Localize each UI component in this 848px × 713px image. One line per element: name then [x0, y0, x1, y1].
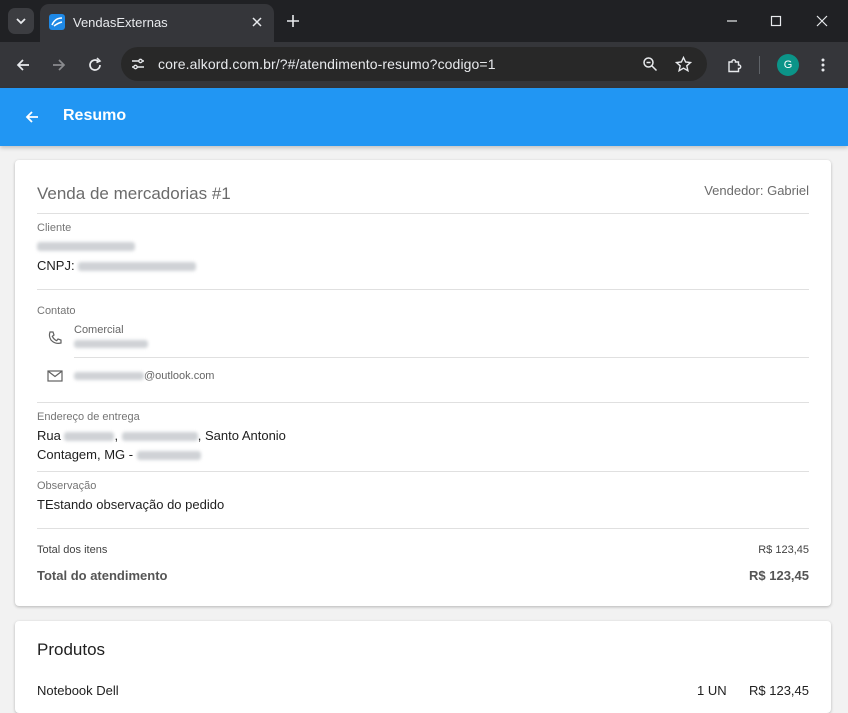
phone-icon: [46, 329, 64, 347]
close-window-button[interactable]: [812, 11, 832, 31]
reload-button[interactable]: [84, 54, 106, 76]
app-favicon-icon: [49, 14, 65, 30]
contact-email[interactable]: @outlook.com: [74, 370, 214, 382]
products-card: Produtos Notebook Dell 1 UN R$ 123,45: [15, 621, 831, 713]
address-bar[interactable]: core.alkord.com.br/?#/atendimento-resumo…: [121, 47, 707, 81]
browser-tab-strip: VendasExternas: [0, 0, 848, 42]
divider: [37, 528, 809, 529]
minimize-icon: [727, 20, 737, 22]
page-title: Resumo: [63, 107, 127, 124]
tab-title: VendasExternas: [73, 15, 168, 30]
email-icon: [46, 367, 64, 385]
contact-label: Contato: [37, 305, 76, 317]
plus-icon: [287, 15, 299, 27]
contact-phone-number: [74, 338, 148, 350]
product-quantity: 1 UN: [697, 683, 727, 698]
app-bar: Resumo: [0, 88, 848, 146]
items-total-label: Total dos itens: [37, 544, 108, 556]
back-nav-button[interactable]: [12, 54, 34, 76]
more-vert-icon: [821, 58, 825, 72]
zoom-icon[interactable]: [641, 55, 659, 73]
products-title: Produtos: [37, 640, 106, 659]
close-icon: [816, 15, 828, 27]
address-street: Rua , , Santo Antonio: [37, 428, 286, 443]
summary-card: Venda de mercadorias #1 Vendedor: Gabrie…: [15, 160, 831, 606]
new-tab-button[interactable]: [283, 11, 303, 31]
arrow-left-icon: [25, 111, 38, 123]
arrow-right-icon: [53, 59, 66, 71]
bookmark-star-icon[interactable]: [674, 55, 692, 73]
site-settings-icon[interactable]: [129, 55, 147, 73]
puzzle-icon: [727, 58, 741, 72]
browser-tab-active[interactable]: VendasExternas: [40, 4, 274, 42]
divider: [74, 357, 809, 358]
product-price: R$ 123,45: [749, 683, 809, 698]
tab-search-button[interactable]: [8, 8, 34, 34]
order-total-label: Total do atendimento: [37, 568, 168, 583]
toolbar-divider: [759, 56, 760, 74]
items-total-value: R$ 123,45: [758, 544, 809, 556]
seller-label: Vendedor: Gabriel: [704, 183, 809, 198]
client-label: Cliente: [37, 222, 72, 234]
app-back-button[interactable]: [20, 105, 44, 129]
browser-toolbar: core.alkord.com.br/?#/atendimento-resumo…: [0, 42, 848, 88]
url-text[interactable]: core.alkord.com.br/?#/atendimento-resumo…: [158, 56, 496, 72]
forward-nav-button[interactable]: [48, 54, 70, 76]
client-name: [37, 238, 135, 253]
browser-menu-button[interactable]: [812, 54, 834, 76]
note-text: TEstando observação do pedido: [37, 497, 225, 512]
contact-phone-type: Comercial: [74, 324, 124, 336]
note-label: Observação: [37, 480, 97, 492]
product-name: Notebook Dell: [37, 683, 119, 698]
arrow-left-icon: [16, 59, 29, 71]
client-cnpj: CNPJ:: [37, 258, 197, 273]
tab-close-icon[interactable]: [248, 13, 266, 31]
reload-icon: [89, 57, 102, 71]
maximize-button[interactable]: [766, 11, 786, 31]
chevron-down-icon: [16, 18, 26, 25]
divider: [37, 213, 809, 214]
maximize-icon: [770, 15, 782, 27]
divider: [37, 471, 809, 472]
divider: [37, 289, 809, 290]
minimize-button[interactable]: [722, 11, 742, 31]
extensions-button[interactable]: [723, 54, 745, 76]
profile-avatar[interactable]: G: [777, 54, 799, 76]
address-label: Endereço de entrega: [37, 411, 140, 423]
divider: [37, 402, 809, 403]
sale-title: Venda de mercadorias #1: [37, 184, 231, 203]
order-total-value: R$ 123,45: [749, 568, 809, 583]
address-city: Contagem, MG -: [37, 447, 201, 462]
